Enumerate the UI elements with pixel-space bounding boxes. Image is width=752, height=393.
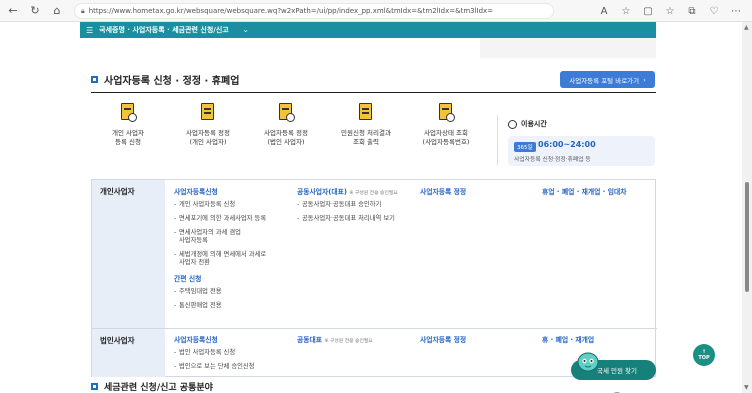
address-bar[interactable]: 🔒︎ https://www.hometax.go.kr/websquare/w…	[74, 3, 554, 19]
section-title-text: 사업자등록 신청 · 정정 · 휴폐업	[104, 76, 240, 87]
corporate-register-title[interactable]: 사업자등록신청	[174, 334, 294, 344]
page-viewport: ☰ 국세증명 · 사업자등록 · 세금관련 신청/신고 ⌄ 사업자등록 신청 ·…	[0, 22, 742, 393]
row-header-individual: 개인사업자	[92, 180, 165, 328]
dropdown-strip	[480, 38, 656, 58]
portal-shortcut-button[interactable]: 사업자등록 포털 바로가기 ›	[560, 71, 655, 88]
clock-icon	[508, 119, 517, 129]
scroll-up-icon[interactable]: ▲	[744, 24, 749, 31]
breadcrumb-label: 국세증명 · 사업자등록 · 세금관련 신청/신고	[99, 26, 229, 34]
individual-col-correction: 사업자등록 정정	[420, 186, 466, 201]
extensions-icon[interactable]: ♡	[706, 3, 722, 19]
mascot-icon	[577, 352, 599, 372]
menu-breadcrumb[interactable]: ☰ 국세증명 · 사업자등록 · 세금관련 신청/신고 ⌄	[86, 22, 249, 38]
shortcut-label: 사업자등록 정정 (개인 사업자)	[186, 129, 230, 146]
collections-icon[interactable]: ⧉	[684, 3, 700, 19]
joint-rep-title[interactable]: 공동대표 ※ 구성원 전용 승인필요	[297, 334, 417, 344]
hours-title: 이용시간	[508, 119, 547, 129]
top-label: TOP	[698, 355, 710, 361]
scroll-top-button[interactable]: ↑ TOP	[693, 344, 715, 366]
vertical-scrollbar[interactable]: ▲ ▼	[742, 22, 752, 393]
reload-icon[interactable]: ↻	[26, 2, 44, 20]
simple-apply-title[interactable]: 간편 신청	[174, 273, 294, 283]
shortcut-civil-result[interactable]: 민원신청 처리결과 조회 출력	[326, 102, 406, 147]
closure-title[interactable]: 휴업 · 폐업 · 재개업 · 임대차	[542, 186, 626, 196]
second-section-title-text: 세금관련 신청/신고 공통분야	[104, 383, 213, 393]
document-edit-icon	[275, 102, 297, 124]
url-text: https://www.hometax.go.kr/websquare/webs…	[88, 7, 494, 15]
scrollbar-thumb[interactable]	[745, 182, 749, 292]
joint-note: ※ 구성원 전용 승인필요	[349, 191, 398, 196]
list-item[interactable]: 주택임대업 전용	[174, 288, 294, 296]
square-bullet-icon	[91, 76, 98, 83]
joint-rep-note: ※ 구성원 전용 승인필요	[324, 339, 373, 344]
section-title: 사업자등록 신청 · 정정 · 휴폐업	[91, 72, 239, 87]
joint-business-title[interactable]: 공동사업자(대표) ※ 구성원 전용 승인필요	[297, 186, 417, 196]
favorites-icon[interactable]: ☆	[662, 3, 678, 19]
corporate-col-correction: 사업자등록 정정	[420, 334, 466, 349]
hours-box: 365일 06:00~24:00 사업자등록 신청·정정·휴폐업 등	[508, 136, 655, 166]
service-table: 개인사업자 법인사업자 사업자등록신청 개인 사업자등록 신청 면세포기에 의한…	[91, 179, 657, 377]
corporate-closure-title[interactable]: 휴 · 폐업 · 재개업	[542, 334, 594, 344]
list-item[interactable]: 공동사업자·공동대표 처리내역 보기	[297, 215, 417, 223]
shortcut-individual-register[interactable]: 개인 사업자 등록 신청	[88, 102, 168, 147]
vertical-divider	[497, 115, 498, 165]
building-document-icon	[197, 102, 219, 124]
favorite-star-icon[interactable]: ☆	[618, 3, 634, 19]
list-item[interactable]: 면세포기에 의한 과세사업자 등록	[174, 215, 294, 223]
arrow-right-icon: ›	[643, 75, 646, 84]
corporate-col-closure: 휴 · 폐업 · 재개업	[542, 334, 594, 349]
shortcut-status-lookup[interactable]: 사업자상태 조회 (사업자등록번호)	[406, 102, 486, 147]
badge-365: 365일	[514, 142, 536, 152]
individual-col-joint: 공동사업자(대표) ※ 구성원 전용 승인필요 공동사업자·공동대표 승인하기 …	[297, 186, 417, 229]
individual-col-register: 사업자등록신청 개인 사업자등록 신청 면세포기에 의한 과세사업자 등록 면세…	[174, 186, 294, 316]
list-item[interactable]: 세법개정에 의해 면세에서 과세로 사업자 전환	[174, 251, 294, 267]
list-item[interactable]: 법인으로 보는 단체 승인신청	[174, 363, 294, 371]
lock-icon: 🔒︎	[81, 6, 85, 15]
joint-title-text: 공동사업자(대표)	[297, 188, 347, 196]
individual-register-title[interactable]: 사업자등록신청	[174, 186, 294, 196]
document-check-icon	[355, 102, 377, 124]
hours-time: 06:00~24:00	[538, 140, 596, 149]
shortcut-correction-individual[interactable]: 사업자등록 정정 (개인 사업자)	[168, 102, 248, 147]
shortcut-label: 개인 사업자 등록 신청	[112, 129, 144, 146]
document-user-icon	[117, 102, 139, 124]
back-icon[interactable]: ←	[4, 2, 22, 20]
second-section-title: 세금관련 신청/신고 공통분야	[91, 380, 213, 393]
corporate-col-joint: 공동대표 ※ 구성원 전용 승인필요	[297, 334, 417, 349]
hours-title-text: 이용시간	[521, 120, 547, 128]
hours-desc: 사업자등록 신청·정정·휴폐업 등	[514, 157, 591, 163]
shortcut-label: 사업자상태 조회 (사업자등록번호)	[422, 129, 470, 146]
document-search-icon	[435, 102, 457, 124]
chevron-down-icon[interactable]: ⌄	[243, 26, 249, 34]
scroll-down-icon[interactable]: ▼	[744, 384, 749, 391]
more-menu-icon[interactable]: ⋯	[728, 3, 744, 19]
menu-icon[interactable]: ☰	[86, 26, 93, 35]
individual-col-closure: 휴업 · 폐업 · 재개업 · 임대차	[542, 186, 626, 201]
list-item[interactable]: 법인 사업자등록 신청	[174, 349, 294, 357]
list-item[interactable]: 공동사업자·공동대표 승인하기	[297, 201, 417, 209]
browser-toolbar: ← ↻ ⌂ 🔒︎ https://www.hometax.go.kr/websq…	[0, 0, 752, 22]
square-bullet-icon	[91, 383, 98, 390]
list-item[interactable]: 통신판매업 전용	[174, 302, 294, 310]
home-icon[interactable]: ⌂	[48, 2, 66, 20]
shortcut-label: 사업자등록 정정 (법인 사업자)	[264, 129, 308, 146]
row-divider	[92, 328, 657, 329]
list-item[interactable]: 개인 사업자등록 신청	[174, 201, 294, 209]
section-divider	[91, 92, 656, 93]
corporate-col-register: 사업자등록신청 법인 사업자등록 신청 법인으로 보는 단체 승인신청	[174, 334, 294, 377]
corporate-correction-title[interactable]: 사업자등록 정정	[420, 334, 466, 344]
shortcut-label: 민원신청 처리결과 조회 출력	[341, 129, 391, 146]
civil-search-label: 국세 민원 찾기	[597, 367, 638, 375]
joint-rep-text: 공동대표	[297, 336, 323, 344]
row-header-corporate: 법인사업자	[92, 329, 165, 377]
shortcut-correction-corporate[interactable]: 사업자등록 정정 (법인 사업자)	[246, 102, 326, 147]
split-screen-icon[interactable]: ▢	[640, 3, 656, 19]
list-item[interactable]: 면세사업자의 과세 겸업 사업자등록	[174, 229, 294, 245]
read-aloud-icon[interactable]: A	[596, 3, 612, 19]
portal-button-label: 사업자등록 포털 바로가기	[569, 76, 640, 85]
correction-title[interactable]: 사업자등록 정정	[420, 186, 466, 196]
